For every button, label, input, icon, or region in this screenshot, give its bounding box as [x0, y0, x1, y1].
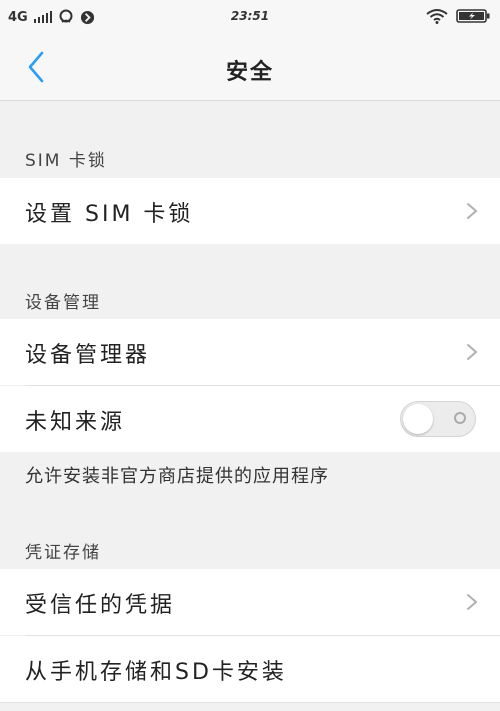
section-label-sim: SIM 卡锁 [25, 151, 107, 171]
toggle-off-indicator-icon [454, 412, 466, 424]
wifi-icon [426, 9, 448, 24]
section-label-credential-storage: 凭证存储 [25, 543, 101, 563]
chevron-right-icon [467, 344, 478, 360]
chevron-right-icon [467, 594, 478, 610]
row-label: 设置 SIM 卡锁 [25, 202, 194, 227]
unknown-sources-toggle[interactable] [400, 401, 476, 437]
status-right [426, 8, 490, 24]
divider [0, 702, 500, 703]
row-label: 受信任的凭据 [25, 593, 176, 618]
status-bar: 4G 23:51 [0, 0, 500, 34]
row-install-from-storage[interactable]: 从手机存储和SD卡安装 [0, 636, 500, 702]
app-header: 安全 [0, 34, 500, 101]
row-device-manager[interactable]: 设备管理器 [0, 319, 500, 385]
row-label: 未知来源 [25, 410, 126, 435]
battery-charging-icon [456, 9, 490, 23]
row-trusted-credentials[interactable]: 受信任的凭据 [0, 569, 500, 635]
unknown-sources-description: 允许安装非官方商店提供的应用程序 [25, 466, 329, 487]
row-unknown-sources: 未知来源 [0, 386, 500, 452]
security-settings-screen: 4G 23:51 安全 SIM 卡锁 设置 SIM 卡锁 设备管理 设备管理器 … [0, 0, 500, 711]
page-title: 安全 [225, 60, 274, 85]
toggle-knob [403, 404, 433, 434]
section-label-device-management: 设备管理 [25, 293, 101, 313]
row-label: 从手机存储和SD卡安装 [25, 660, 287, 685]
chevron-right-icon [467, 203, 478, 219]
row-label: 设备管理器 [25, 343, 151, 368]
row-set-sim-lock[interactable]: 设置 SIM 卡锁 [0, 178, 500, 244]
status-time: 23:51 [230, 9, 270, 23]
